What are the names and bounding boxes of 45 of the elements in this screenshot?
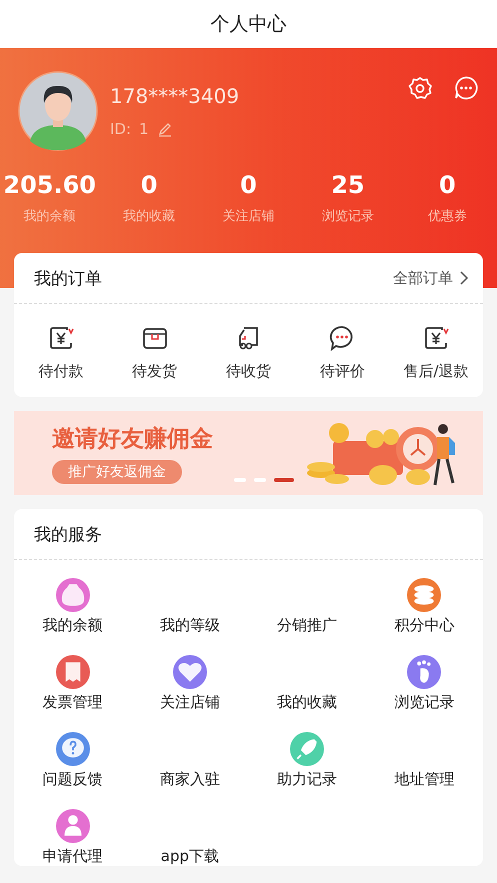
stat-value: 0 <box>239 171 258 199</box>
service-button[interactable]: 关注店铺 <box>131 655 248 712</box>
stat-label: 浏览记录 <box>320 208 375 225</box>
service-button[interactable]: 积分中心 <box>366 578 483 635</box>
chevron-right-icon <box>459 270 469 286</box>
settings-button[interactable] <box>407 75 433 101</box>
order-status-button[interactable]: 待评价 <box>295 324 390 381</box>
phone-number: 178****3409 <box>110 84 240 108</box>
page-title: 个人中心 <box>210 12 286 37</box>
settings-icon <box>407 75 433 101</box>
section-title: 我的服务 <box>34 524 102 546</box>
avatar-icon <box>18 71 98 151</box>
id-label: ID: <box>110 120 132 138</box>
service-button[interactable]: 我的收藏 <box>248 655 366 712</box>
stat-value: 0 <box>438 171 457 199</box>
service-button[interactable]: 分销推广 <box>248 578 366 635</box>
service-button[interactable]: 地址管理 <box>366 732 483 789</box>
service-button[interactable]: app下载 <box>131 809 248 866</box>
stat-value: 0 <box>140 171 158 199</box>
yen-wallet-icon <box>422 324 450 352</box>
service-button[interactable]: 问题反馈 <box>14 732 132 789</box>
message-button[interactable] <box>453 75 479 101</box>
service-button[interactable]: 商家入驻 <box>131 732 248 789</box>
stat-value: 25 <box>330 171 366 199</box>
service-button[interactable]: 浏览记录 <box>366 655 483 712</box>
order-status-button[interactable]: 待收货 <box>202 324 296 381</box>
service-button[interactable]: 我的等级 <box>131 578 248 635</box>
all-orders-link[interactable]: 全部订单 <box>393 268 469 288</box>
order-status-button[interactable]: 待发货 <box>108 324 202 381</box>
stat-label: 关注店铺 <box>222 208 276 225</box>
service-button[interactable]: 申请代理 <box>14 809 132 866</box>
service-button[interactable]: 我的余额 <box>14 578 132 635</box>
stat-label: 我的收藏 <box>122 208 176 225</box>
stat-value: 205.60 <box>2 171 98 199</box>
stat-label: 我的余额 <box>22 208 77 225</box>
service-button[interactable]: 助力记录 <box>248 732 366 789</box>
order-status-button[interactable]: 售后/退款 <box>389 324 483 381</box>
section-title: 我的订单 <box>34 268 102 290</box>
id-value: 1 <box>139 120 149 138</box>
order-status-button[interactable]: 待付款 <box>14 324 108 381</box>
chat-bubble-icon <box>453 75 479 101</box>
service-button[interactable]: 发票管理 <box>14 655 132 712</box>
pencil-icon <box>156 121 173 137</box>
banner-headline: 邀请好友赚佣金 <box>52 424 214 454</box>
stat-label: 优惠券 <box>426 208 468 225</box>
